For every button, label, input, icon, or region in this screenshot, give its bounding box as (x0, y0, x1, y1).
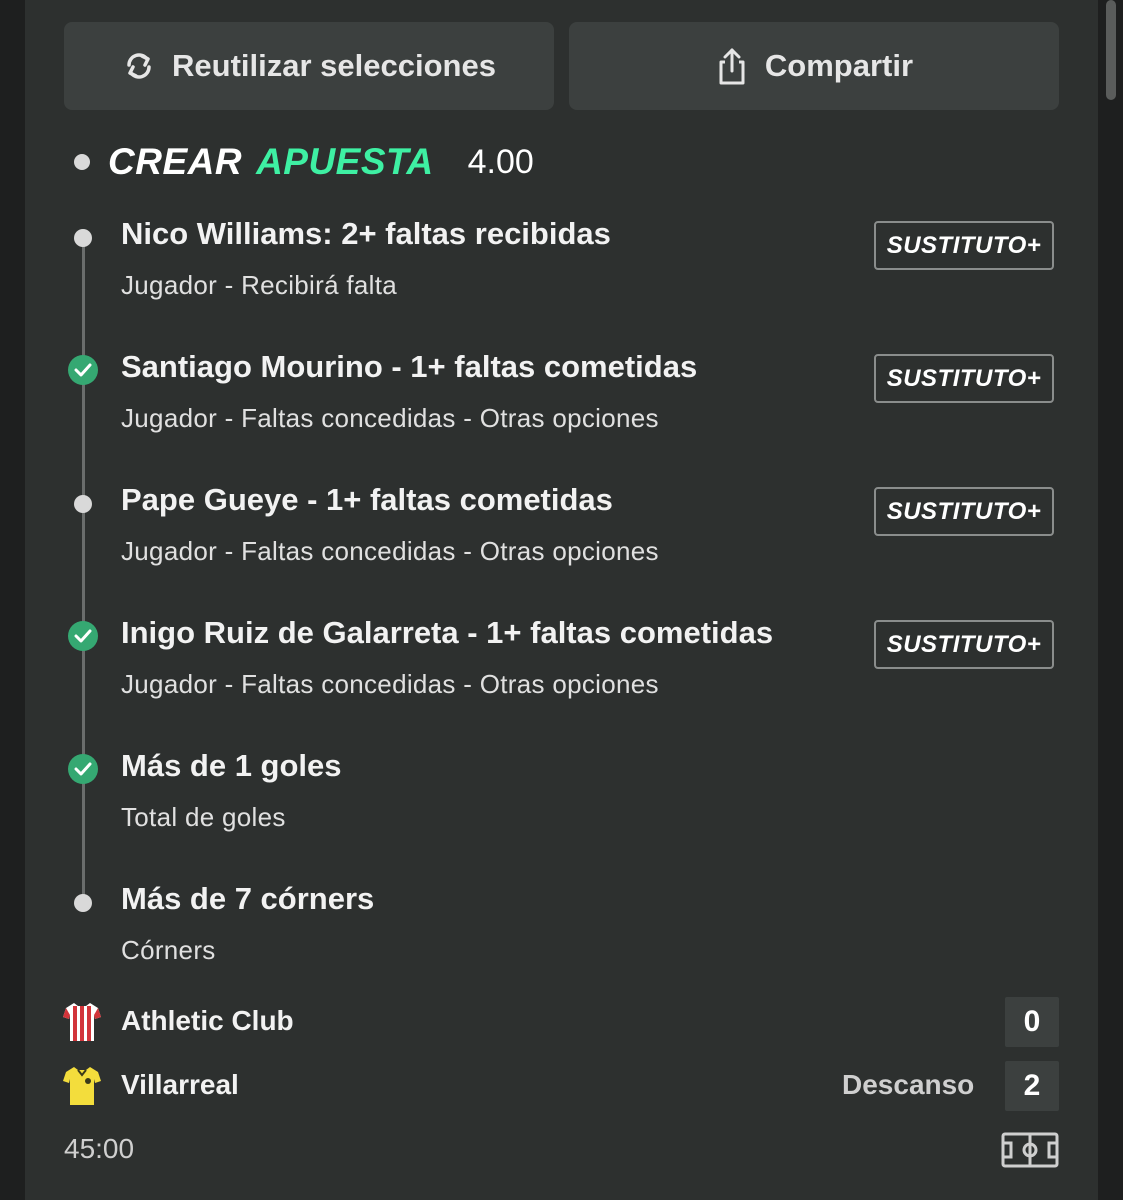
selection-title: Nico Williams: 2+ faltas recibidas (121, 216, 611, 251)
bet-odds: 4.00 (467, 142, 534, 181)
substitute-button[interactable]: SUSTITUTO+ (874, 487, 1054, 536)
away-team-row: Villarreal Descanso 2 (0, 1061, 1123, 1111)
selection-leg: Más de 7 córners Córners (0, 881, 1123, 1001)
header-dot-icon (74, 154, 90, 170)
pending-dot-icon (74, 495, 92, 513)
selection-subtitle: Jugador - Faltas concedidas - Otras opci… (121, 403, 659, 433)
selection-title: Santiago Mourino - 1+ faltas cometidas (121, 349, 698, 384)
selection-title: Inigo Ruiz de Galarreta - 1+ faltas come… (121, 615, 774, 650)
selection-title: Pape Gueye - 1+ faltas cometidas (121, 482, 613, 517)
selection-leg: Inigo Ruiz de Galarreta - 1+ faltas come… (0, 615, 1123, 735)
villarreal-shirt-icon (63, 1067, 101, 1105)
check-icon (68, 754, 98, 784)
selection-subtitle: Jugador - Faltas concedidas - Otras opci… (121, 669, 659, 699)
share-button[interactable]: Compartir (569, 22, 1059, 110)
selection-title: Más de 1 goles (121, 748, 342, 783)
refresh-icon (127, 53, 151, 79)
selection-leg: Pape Gueye - 1+ faltas cometidas Jugador… (0, 482, 1123, 602)
home-team-name: Athletic Club (121, 1005, 294, 1036)
selection-title: Más de 7 córners (121, 881, 375, 916)
athletic-shirt-icon (63, 1003, 101, 1041)
bet-builder-header: CREAR APUESTA 4.00 (74, 140, 534, 184)
share-icon (719, 48, 745, 85)
share-label: Compartir (764, 48, 914, 83)
selection-subtitle: Jugador - Recibirá falta (121, 270, 397, 300)
substitute-button[interactable]: SUSTITUTO+ (874, 221, 1054, 270)
pending-dot-icon (74, 894, 92, 912)
selection-leg: Más de 1 goles Total de goles (0, 748, 1123, 868)
selection-subtitle: Total de goles (121, 802, 286, 832)
check-icon (68, 621, 98, 651)
substitute-button[interactable]: SUSTITUTO+ (874, 620, 1054, 669)
away-team-name: Villarreal (121, 1069, 239, 1100)
bet-builder-title-create: CREAR (108, 141, 243, 182)
home-team-row: Athletic Club 0 (0, 997, 1123, 1047)
match-status: Descanso (842, 1069, 975, 1100)
selection-leg: Santiago Mourino - 1+ faltas cometidas J… (0, 349, 1123, 469)
selection-subtitle: Jugador - Faltas concedidas - Otras opci… (121, 536, 659, 566)
pitch-icon[interactable] (1001, 1132, 1059, 1168)
selection-subtitle: Córners (121, 935, 216, 965)
reuse-selections-button[interactable]: Reutilizar selecciones (64, 22, 554, 110)
check-icon (68, 355, 98, 385)
pending-dot-icon (74, 229, 92, 247)
home-team-score: 0 (1005, 997, 1059, 1047)
scrollbar[interactable] (1106, 0, 1116, 100)
away-team-score: 2 (1005, 1061, 1059, 1111)
bet-builder-title-bet: APUESTA (256, 141, 434, 182)
substitute-button[interactable]: SUSTITUTO+ (874, 354, 1054, 403)
selection-leg: Nico Williams: 2+ faltas recibidas Jugad… (0, 216, 1123, 336)
reuse-selections-label: Reutilizar selecciones (172, 48, 496, 83)
match-clock: 45:00 (64, 1133, 135, 1164)
